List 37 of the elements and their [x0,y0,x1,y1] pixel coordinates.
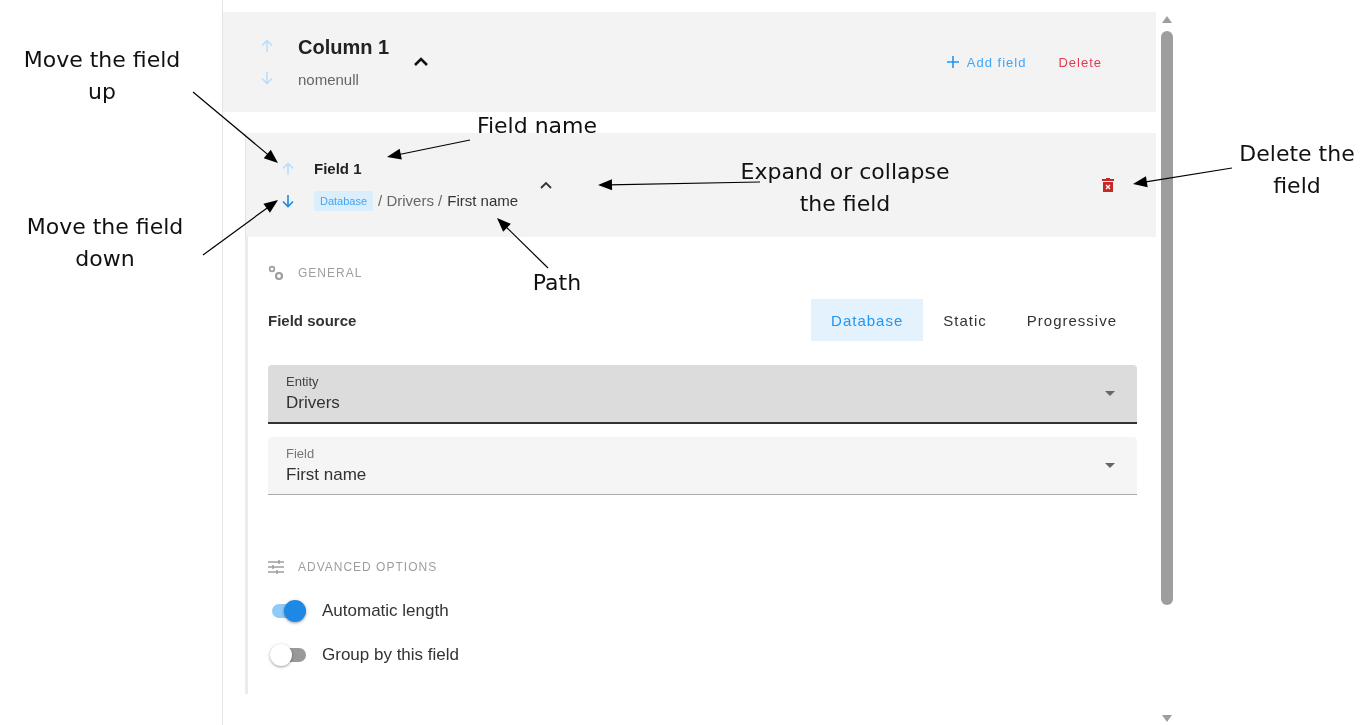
annotation-label: Delete the field [1238,140,1356,200]
field-name: Field 1 [314,159,363,177]
delete-button[interactable]: Delete [1048,48,1112,76]
scrollbar-thumb[interactable] [1161,31,1173,605]
field-label: Field source [268,311,357,329]
annotation-label: Field name [475,112,599,140]
annotation-label: Expand or collapse the field [739,158,951,218]
source-option-button[interactable]: Progressive [1006,299,1137,341]
source-option-button[interactable]: Static [923,299,1007,341]
annotation-label: Move the field down [25,213,185,273]
arrow-down-icon[interactable] [281,194,295,208]
column-title: Column 1 [298,36,390,59]
toggle-label: Automatic length [322,601,449,621]
delete-icon[interactable] [1102,178,1114,192]
annotation-label: Move the field up [22,46,182,106]
scroll-down-icon[interactable] [1162,715,1172,722]
dropdown-icon [1105,463,1115,468]
section-title: ADVANCED OPTIONS [298,560,438,574]
annotation-arrow [497,218,549,269]
select-field[interactable]: Field First name [268,437,1137,495]
scroll-up-icon[interactable] [1162,16,1172,23]
annotation-label: Path [531,269,583,297]
source-badge: Database [314,190,374,211]
path-text: First name [447,192,519,209]
chevron-up-icon[interactable] [413,57,430,67]
sliders-icon [268,560,284,574]
toggle-switch[interactable] [270,644,306,666]
path-text: / Drivers / [378,192,443,209]
toggle-switch[interactable] [270,600,306,622]
dropdown-icon [1105,391,1115,396]
section-title: GENERAL [298,266,363,280]
gears-icon [268,265,284,281]
plus-icon [946,56,959,68]
column-subtitle: nomenull [298,71,360,88]
toggle-label: Group by this field [322,645,459,665]
chevron-up-icon[interactable] [540,181,553,189]
select-field[interactable]: Entity Drivers [268,365,1137,424]
